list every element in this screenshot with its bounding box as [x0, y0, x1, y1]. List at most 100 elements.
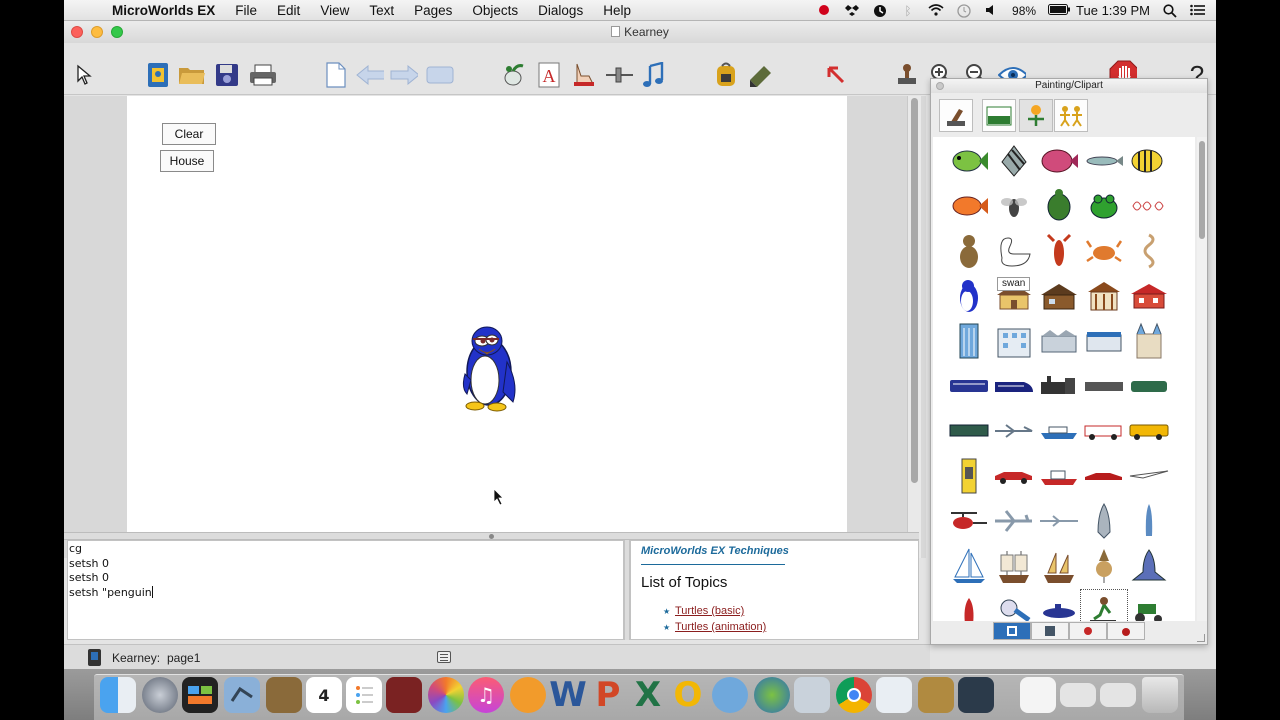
- record-icon[interactable]: [816, 4, 832, 18]
- snake-clip[interactable]: [1127, 231, 1171, 271]
- jet-plane-clip[interactable]: [992, 411, 1036, 451]
- submarine-clip[interactable]: [1037, 591, 1081, 621]
- chrome-icon[interactable]: [836, 677, 872, 713]
- cruise-boat-clip[interactable]: [1037, 411, 1081, 451]
- outlook-icon[interactable]: O: [670, 675, 706, 715]
- crab-clip[interactable]: [1082, 231, 1126, 271]
- boxcar-clip[interactable]: [947, 411, 991, 451]
- battery-clip[interactable]: [947, 456, 991, 496]
- finder-icon[interactable]: [100, 677, 136, 713]
- word-icon[interactable]: W: [549, 675, 587, 715]
- frog-clip[interactable]: [1082, 186, 1126, 226]
- project-tab-icon[interactable]: [88, 649, 101, 666]
- stamp-tool-icon[interactable]: [893, 61, 921, 89]
- clear-button[interactable]: Clear: [162, 123, 216, 145]
- previous-page-icon[interactable]: [356, 61, 384, 89]
- junk-ship-clip[interactable]: [1037, 546, 1081, 586]
- ship-clip[interactable]: [1037, 456, 1081, 496]
- fire-truck-clip[interactable]: [1082, 411, 1126, 451]
- clipart-animations-tab[interactable]: [1054, 99, 1088, 132]
- wifi-icon[interactable]: [928, 3, 944, 18]
- preview-photo-icon[interactable]: [224, 677, 260, 713]
- fly-clip[interactable]: [992, 186, 1036, 226]
- clipart-scroll-thumb[interactable]: [1199, 141, 1205, 239]
- help-link-turtles-basic[interactable]: Turtles (basic): [661, 605, 744, 617]
- monitor-app-icon[interactable]: [958, 677, 994, 713]
- turtle-clip[interactable]: [1037, 186, 1081, 226]
- launchpad-icon[interactable]: [142, 677, 178, 713]
- menu-text[interactable]: Text: [369, 3, 394, 18]
- itunes-icon[interactable]: ♫: [468, 677, 504, 713]
- cabin-clip[interactable]: [1037, 276, 1081, 316]
- new-text-box-icon[interactable]: A: [535, 61, 563, 89]
- project-book-icon[interactable]: [144, 61, 172, 89]
- print-icon[interactable]: [248, 61, 276, 89]
- presentation-mode-icon[interactable]: [426, 61, 454, 89]
- pick-arrow-icon[interactable]: [822, 61, 850, 89]
- shapes-tab-book-icon[interactable]: [993, 622, 1031, 640]
- menu-view[interactable]: View: [320, 3, 349, 18]
- airship-clip[interactable]: [1082, 546, 1126, 586]
- panel-resize-grip-icon[interactable]: [1197, 634, 1205, 642]
- pink-fish-clip[interactable]: [1037, 141, 1081, 181]
- red-car-clip[interactable]: [992, 456, 1036, 496]
- sailboat-clip[interactable]: [947, 546, 991, 586]
- fighter-jet-clip[interactable]: [1037, 501, 1081, 541]
- office-building-clip[interactable]: [992, 321, 1036, 361]
- new-music-icon[interactable]: [640, 61, 668, 89]
- clipart-singles-tab[interactable]: [1019, 99, 1053, 132]
- photos-icon[interactable]: [428, 677, 464, 713]
- next-page-icon[interactable]: [390, 61, 418, 89]
- penguin-turtle[interactable]: [459, 322, 519, 412]
- backpack-icon[interactable]: [712, 61, 740, 89]
- page-scroll-thumb[interactable]: [911, 98, 918, 483]
- new-button-hand-icon[interactable]: [570, 61, 598, 89]
- help-link-turtles-animation[interactable]: Turtles (animation): [661, 621, 766, 633]
- procedures-pen-icon[interactable]: [747, 61, 775, 89]
- page-vertical-scrollbar[interactable]: [907, 96, 921, 558]
- angelfish-clip[interactable]: [992, 141, 1036, 181]
- yellow-fish-clip[interactable]: [1127, 141, 1171, 181]
- migration-assistant-icon[interactable]: [794, 677, 830, 713]
- tractor-clip[interactable]: [1127, 591, 1171, 621]
- calendar-icon[interactable]: 4: [306, 677, 342, 713]
- paint-tools-tab[interactable]: [939, 99, 973, 132]
- clock-sync-icon[interactable]: [956, 3, 972, 18]
- freight-train-clip[interactable]: [1082, 366, 1126, 406]
- app-menu[interactable]: MicroWorlds EX: [112, 3, 215, 18]
- backpack-app-icon[interactable]: [918, 677, 954, 713]
- spotlight-search-icon[interactable]: [1162, 3, 1178, 18]
- command-center-splitter[interactable]: [64, 532, 919, 540]
- silver-fish-clip[interactable]: [1082, 141, 1126, 181]
- time-machine-icon[interactable]: [872, 4, 888, 18]
- green-fish-clip[interactable]: [947, 141, 991, 181]
- messenger-people-icon[interactable]: [712, 677, 748, 713]
- keyboard-stack-icon[interactable]: [1060, 683, 1096, 707]
- ibooks-icon[interactable]: [510, 677, 546, 713]
- trash-icon[interactable]: [1142, 677, 1178, 713]
- backgrounds-tab[interactable]: [982, 99, 1016, 132]
- temple-clip[interactable]: [1082, 276, 1126, 316]
- bear-clip[interactable]: [947, 231, 991, 271]
- clipart-close-button[interactable]: [936, 82, 944, 90]
- clipart-vertical-scrollbar[interactable]: [1197, 137, 1207, 621]
- sports-car-clip[interactable]: [1082, 456, 1126, 496]
- space-shuttle-clip[interactable]: [1127, 546, 1171, 586]
- menu-pages[interactable]: Pages: [414, 3, 452, 18]
- mission-control-icon[interactable]: [182, 677, 218, 713]
- photo-booth-icon[interactable]: [386, 677, 422, 713]
- shapes-tab-page-icon[interactable]: [1031, 622, 1069, 640]
- menu-objects[interactable]: Objects: [472, 3, 518, 18]
- globe-app-icon[interactable]: [754, 677, 790, 713]
- reminders-icon[interactable]: [346, 677, 382, 713]
- dropbox-icon[interactable]: [844, 4, 860, 18]
- steam-locomotive-clip[interactable]: [1037, 366, 1081, 406]
- new-slider-icon[interactable]: [605, 61, 633, 89]
- shapes-tab-bug-icon[interactable]: [1107, 622, 1145, 640]
- helicopter-clip[interactable]: [947, 501, 991, 541]
- green-locomotive-clip[interactable]: [1127, 366, 1171, 406]
- powerpoint-icon[interactable]: P: [590, 675, 626, 715]
- penguin-clip[interactable]: [947, 276, 991, 316]
- menu-file[interactable]: File: [235, 3, 257, 18]
- blue-train-clip[interactable]: [947, 366, 991, 406]
